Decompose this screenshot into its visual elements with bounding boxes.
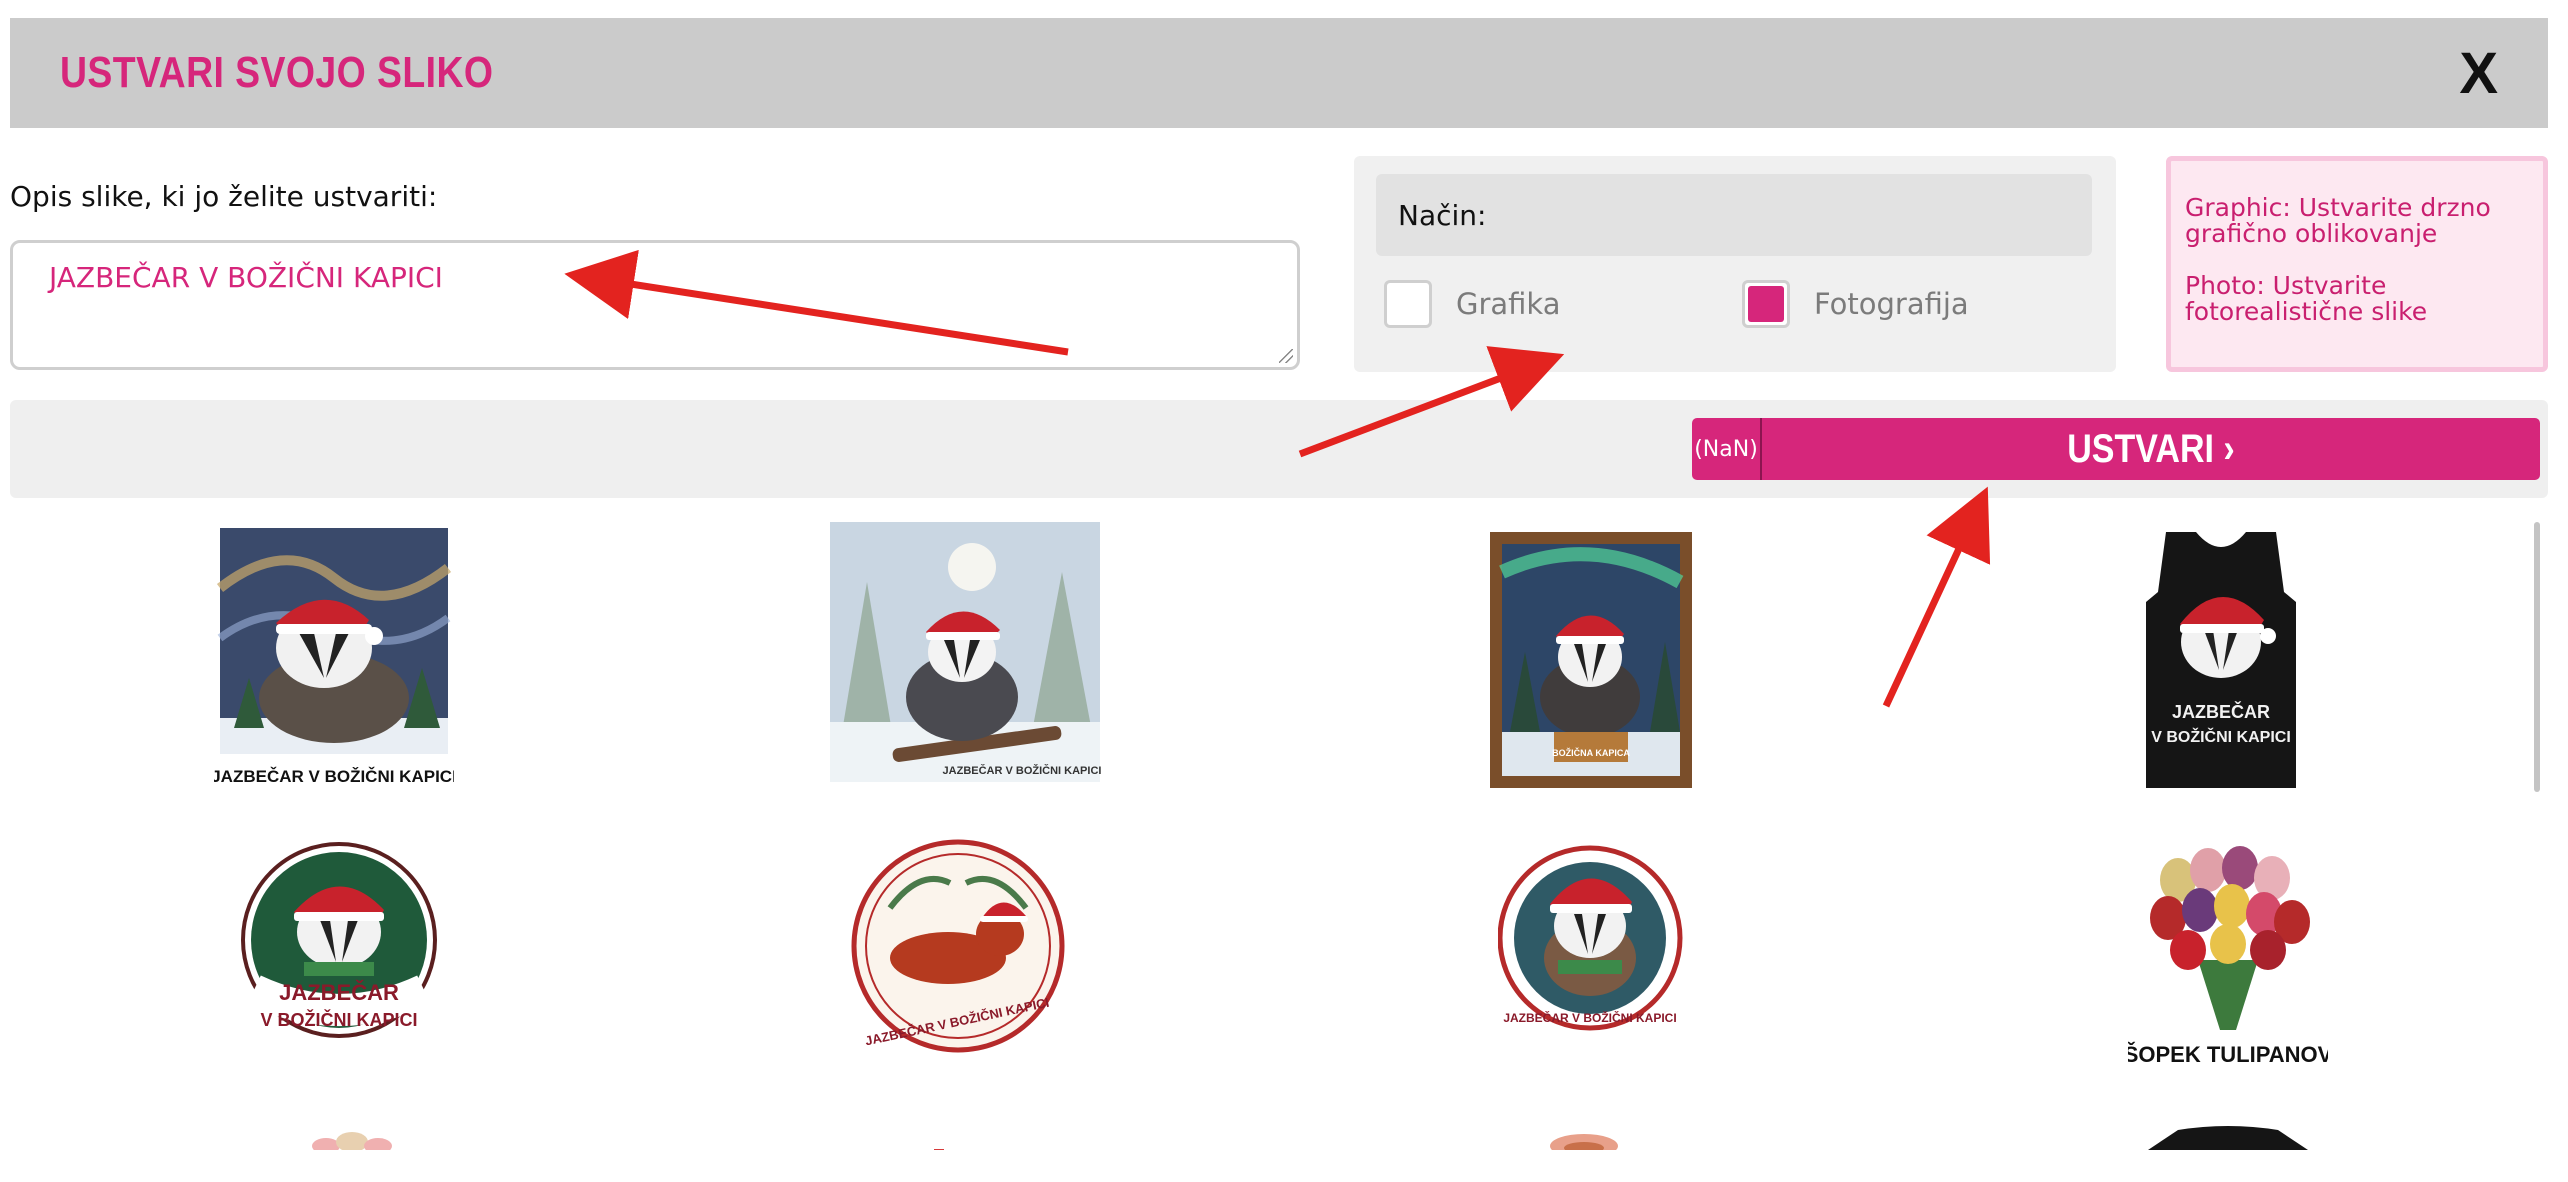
modal-title: USTVARI SVOJO SLIKO <box>60 48 494 97</box>
fotografija-label: Fotografija <box>1814 287 1969 321</box>
gallery-item[interactable]: JAZBEČAR V BOŽIČNI KAPICI <box>850 838 1130 1098</box>
gallery-scrollbar[interactable] <box>2534 522 2540 792</box>
gallery-caption-line2: V BOŽIČNI KAPICI <box>2151 727 2291 746</box>
badger-round-badge-image: JAZBEČAR V BOŽIČNI KAPICI <box>1497 845 1683 1031</box>
gallery-caption: ŠOPEK TULIPANOV <box>2128 1042 2328 1067</box>
option-fotografija[interactable]: Fotografija <box>1742 280 1969 328</box>
gallery-caption: JAZBEČAR V BOŽIČNI KAPICI <box>943 764 1102 777</box>
chevron-right-icon: › <box>2223 426 2235 471</box>
gallery-item[interactable]: JAZBEČAR V BOŽIČNI KAPICI <box>822 522 1102 782</box>
grafika-label: Grafika <box>1456 287 1561 321</box>
info-graphic: Graphic: Ustvarite drzno grafično obliko… <box>2185 193 2491 248</box>
badger-swirl-image: JAZBEČAR V BOŽIČNI KAPICI <box>211 528 457 786</box>
close-button[interactable]: X <box>2459 40 2498 107</box>
credits-counter: (NaN) <box>1692 418 1762 480</box>
description-textarea[interactable]: JAZBEČAR V BOŽIČNI KAPICI <box>10 240 1300 370</box>
resize-grip-icon[interactable] <box>1279 349 1293 363</box>
create-button-label: USTVARI <box>2067 426 2214 471</box>
gallery-caption-line1: JAZBEČAR <box>2172 701 2270 722</box>
create-image-modal: USTVARI SVOJO SLIKO X Opis slike, ki jo … <box>0 0 2568 1182</box>
fotografija-checkbox[interactable] <box>1742 280 1790 328</box>
gallery-caption: JAZBEČAR V BOŽIČNI KAPICI <box>1503 1010 1676 1025</box>
gallery-item-partial[interactable] <box>2138 1122 2318 1150</box>
gallery-item-partial[interactable] <box>920 1140 960 1150</box>
dachshund-round-badge-image: JAZBEČAR V BOŽIČNI KAPICI <box>851 839 1065 1053</box>
mode-panel: Način: Grafika Fotografija <box>1354 156 2116 372</box>
gallery-item-partial[interactable] <box>286 1126 406 1150</box>
partial-thumbnail-image <box>2148 1126 2308 1150</box>
badger-snow-image: JAZBEČAR V BOŽIČNI KAPICI <box>830 522 1102 782</box>
description-value: JAZBEČAR V BOŽIČNI KAPICI <box>49 261 443 294</box>
tulip-bouquet-image: ŠOPEK TULIPANOV <box>2124 846 2333 1067</box>
gallery-caption: JAZBEČAR V BOŽIČNI KAPICI <box>214 767 454 786</box>
partial-thumbnail-image <box>312 1132 392 1150</box>
gallery-item[interactable]: JAZBEČAR V BOŽIČNI KAPICI <box>234 840 514 1100</box>
gallery-caption: BOŽIČNA KAPICA <box>1552 747 1630 758</box>
checked-indicator <box>1748 286 1784 322</box>
create-button-label-wrap: USTVARI › <box>1820 427 2481 472</box>
gallery-caption-line2: V BOŽIČNI KAPICI <box>260 1009 417 1030</box>
gallery-caption-line1: JAZBEČAR <box>279 980 399 1005</box>
mode-info-box: Graphic: Ustvarite drzno grafično obliko… <box>2166 156 2548 372</box>
info-photo: Photo: Ustvarite fotorealistične slike <box>2185 271 2428 326</box>
gallery-grid: JAZBEČAR V BOŽIČNI KAPICI JAZBEČAR V BOŽ… <box>10 510 2530 1150</box>
partial-thumbnail-image <box>1550 1134 1618 1150</box>
description-label: Opis slike, ki jo želite ustvariti: <box>10 180 438 213</box>
grafika-checkbox[interactable] <box>1384 280 1432 328</box>
modal-header: USTVARI SVOJO SLIKO X <box>10 18 2548 128</box>
mode-label: Način: <box>1398 198 1487 232</box>
action-bar: (NaN) USTVARI › <box>10 400 2548 498</box>
gallery-item[interactable]: ŠOPEK TULIPANOV <box>2124 840 2408 1100</box>
gallery-item[interactable]: BOŽIČNA KAPICA <box>1490 532 1770 792</box>
gallery-item[interactable]: JAZBEČAR V BOŽIČNI KAPICI <box>2136 532 2416 792</box>
badger-framed-image: BOŽIČNA KAPICA <box>1490 532 1692 788</box>
badger-tank-top-image: JAZBEČAR V BOŽIČNI KAPICI <box>2146 532 2296 788</box>
gallery-item[interactable]: JAZBEČAR V BOŽIČNI KAPICI <box>211 528 494 788</box>
badger-round-sticker-image: JAZBEČAR V BOŽIČNI KAPICI <box>241 842 437 1038</box>
mode-header: Način: <box>1376 174 2092 256</box>
create-button[interactable]: (NaN) USTVARI › <box>1692 418 2540 480</box>
gallery-item-partial[interactable] <box>1524 1128 1644 1150</box>
partial-thumbnail-image <box>934 1149 944 1150</box>
gallery-item[interactable]: JAZBEČAR V BOŽIČNI KAPICI <box>1497 838 1778 1098</box>
option-grafika[interactable]: Grafika <box>1384 280 1561 328</box>
